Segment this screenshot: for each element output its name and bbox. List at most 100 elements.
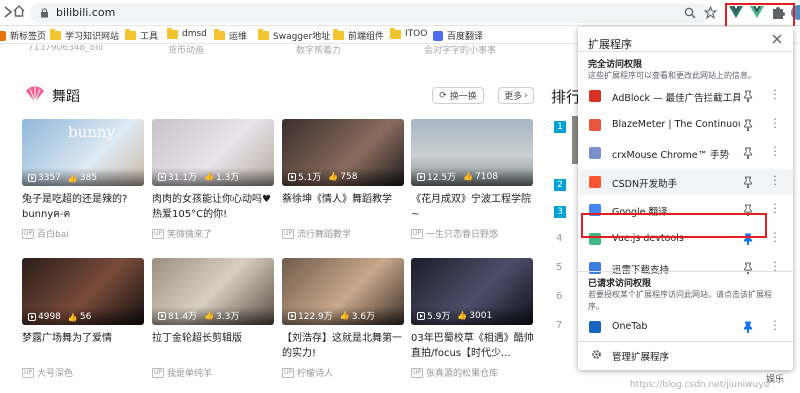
bookmark-folder-dmsd[interactable]: dmsd: [167, 27, 207, 39]
video-thumbnail[interactable]: bunny 3357 👍 385: [22, 119, 144, 186]
extensions-popup: 扩展程序 完全访问权限 这些扩展程序可以查看和更改此网站上的信息。 AdBloc…: [578, 27, 793, 370]
video-thumbnail[interactable]: 12.5万 👍 7108: [411, 119, 533, 186]
video-thumbnail[interactable]: 5.9万 👍 3001: [411, 258, 533, 325]
divider: [578, 271, 793, 272]
more-button[interactable]: 更多 ›: [498, 87, 534, 104]
play-count: 4998: [38, 312, 61, 322]
folder-icon: [333, 29, 344, 40]
play-count: 5.1万: [298, 173, 322, 183]
uploader-name: 流行舞蹈教学: [297, 230, 352, 240]
bookmark-folder-tools[interactable]: 工具: [125, 29, 158, 42]
zoom-icon[interactable]: [684, 7, 696, 19]
partial-text: 会对字字的小事事: [424, 46, 497, 55]
extension-name: 迅雷下载支持: [612, 262, 740, 276]
folder-icon: [214, 29, 225, 40]
video-uploader[interactable]: UP 大号深色: [22, 366, 73, 379]
rank-number: 1: [554, 121, 566, 133]
partial-text: 货币动画: [168, 46, 205, 55]
video-title[interactable]: 肉肉的女孩能让你心动吗♥热爱105°C的你!: [152, 192, 276, 222]
pin-icon[interactable]: [743, 321, 753, 333]
up-badge-icon: UP: [152, 367, 165, 378]
home-icon[interactable]: [12, 4, 26, 18]
extension-name: OneTab: [612, 321, 648, 332]
more-options-icon[interactable]: ···: [772, 85, 778, 104]
extension-row[interactable]: CSDN开发助手 · · ·: [578, 168, 793, 195]
video-uploader[interactable]: UP 张真源的松果仓库: [411, 366, 498, 379]
dance-section-icon: [24, 86, 46, 104]
bookmark-folder-itoo[interactable]: ITOO: [390, 27, 427, 39]
pin-icon[interactable]: [743, 119, 753, 131]
video-title[interactable]: 兔子是吃超的还是辣的? bunnyฅ-ฅ: [22, 192, 146, 222]
baidu-translate-icon: [433, 30, 443, 41]
like-icon: 👍: [463, 172, 474, 181]
rank-number: 6: [556, 291, 563, 302]
video-uploader[interactable]: UP 我是单纯羊: [152, 366, 212, 379]
video-uploader[interactable]: UP 百白bai: [22, 227, 69, 240]
up-badge-icon: UP: [152, 228, 165, 239]
extension-name: BlazeMeter | The Continuous...: [612, 118, 740, 130]
video-uploader[interactable]: UP 笑微微来了: [152, 227, 212, 240]
video-uploader[interactable]: UP 流行舞蹈教学: [282, 227, 351, 240]
extension-row[interactable]: AdBlock — 最佳广告拦截工具 · · ·: [578, 83, 793, 109]
ranking-title: 排行: [551, 88, 582, 106]
video-thumbnail[interactable]: 5.1万 👍 758: [282, 119, 404, 186]
video-title[interactable]: 拉丁金轮超长剪辑版: [152, 331, 276, 361]
extension-row[interactable]: crxMouse Chrome™ 手势 · · ·: [578, 140, 793, 166]
bookmark-baidu-translate[interactable]: 百度翻译: [433, 29, 483, 42]
video-stats: 5.9万 👍 3001: [417, 309, 492, 322]
highlight-vue-devtools-row: [581, 213, 767, 238]
uploader-name: 我是单纯羊: [167, 369, 213, 379]
pin-icon[interactable]: [743, 90, 753, 102]
more-options-icon[interactable]: ···: [772, 199, 778, 218]
play-count: 3357: [38, 173, 61, 183]
video-thumbnail[interactable]: 81.4万 👍 3.3万: [152, 258, 274, 325]
video-title[interactable]: 蔡徐坤《情人》舞蹈教学: [282, 192, 406, 222]
address-bar[interactable]: [30, 3, 710, 23]
more-options-icon[interactable]: ···: [772, 257, 778, 276]
close-icon[interactable]: [771, 33, 783, 45]
uploader-name: 笑微微来了: [167, 230, 213, 240]
up-badge-icon: UP: [411, 367, 424, 378]
more-options-icon[interactable]: ···: [772, 228, 778, 247]
extension-row[interactable]: OneTab · · ·: [578, 314, 793, 340]
video-title[interactable]: 【刘浩存】这就是北舞第一的实力!: [282, 331, 406, 361]
like-count: 1.3万: [216, 173, 240, 183]
rank-number: 5: [556, 262, 563, 273]
more-options-icon[interactable]: ···: [772, 316, 778, 335]
manage-extensions-label: 管理扩展程序: [612, 352, 670, 363]
bookmark-folder-swagger[interactable]: Swagger地址: [258, 29, 330, 42]
more-options-icon[interactable]: ···: [772, 142, 778, 161]
video-uploader[interactable]: UP 柠檬诗人: [282, 366, 333, 379]
like-count: 385: [79, 173, 98, 183]
chevron-right-icon: ›: [524, 90, 528, 101]
partial-text: 数字帮着力: [296, 46, 342, 55]
popup-title: 扩展程序: [588, 38, 632, 51]
video-title[interactable]: 《花月成双》宁波工程学院~: [411, 192, 535, 222]
like-icon: 👍: [67, 312, 78, 322]
play-count-icon: [288, 172, 296, 181]
video-thumbnail[interactable]: 4998 👍 56: [22, 258, 144, 325]
video-title[interactable]: 梦露广场舞为了爱情: [22, 331, 146, 361]
video-thumbnail[interactable]: 122.9万 👍 3.6万: [282, 258, 404, 325]
star-icon[interactable]: [703, 5, 718, 20]
pin-icon[interactable]: [743, 147, 753, 160]
video-uploader[interactable]: UP 一生只恋春日野悠: [411, 227, 498, 240]
video-thumbnail[interactable]: 31.1万 👍 1.3万: [152, 119, 274, 186]
refresh-button[interactable]: ⟳ 换一换: [432, 87, 484, 104]
folder-icon: [125, 29, 136, 40]
pin-icon[interactable]: [743, 176, 753, 188]
extension-row[interactable]: BlazeMeter | The Continuous... ···: [578, 112, 793, 138]
play-count-icon: [417, 311, 425, 320]
more-options-icon[interactable]: ···: [772, 171, 778, 190]
bookmark-new-tab[interactable]: 新标签页: [0, 29, 46, 42]
video-stats: 3357 👍 385: [28, 173, 97, 183]
lock-icon[interactable]: [40, 8, 49, 18]
bookmark-folder-study[interactable]: 学习知识网站: [50, 29, 119, 42]
rank-number: 4: [556, 233, 563, 244]
more-options-icon[interactable]: ···: [772, 114, 778, 133]
video-title[interactable]: 03年巴蜀校草《相遇》酷帅直拍/focus【时代少...: [411, 331, 535, 361]
bookmark-folder-ops[interactable]: 运维: [214, 29, 247, 42]
bookmark-folder-frontend[interactable]: 前端组件: [333, 29, 384, 42]
manage-extensions-button[interactable]: 管理扩展程序: [578, 342, 793, 368]
up-badge-icon: UP: [22, 367, 35, 378]
